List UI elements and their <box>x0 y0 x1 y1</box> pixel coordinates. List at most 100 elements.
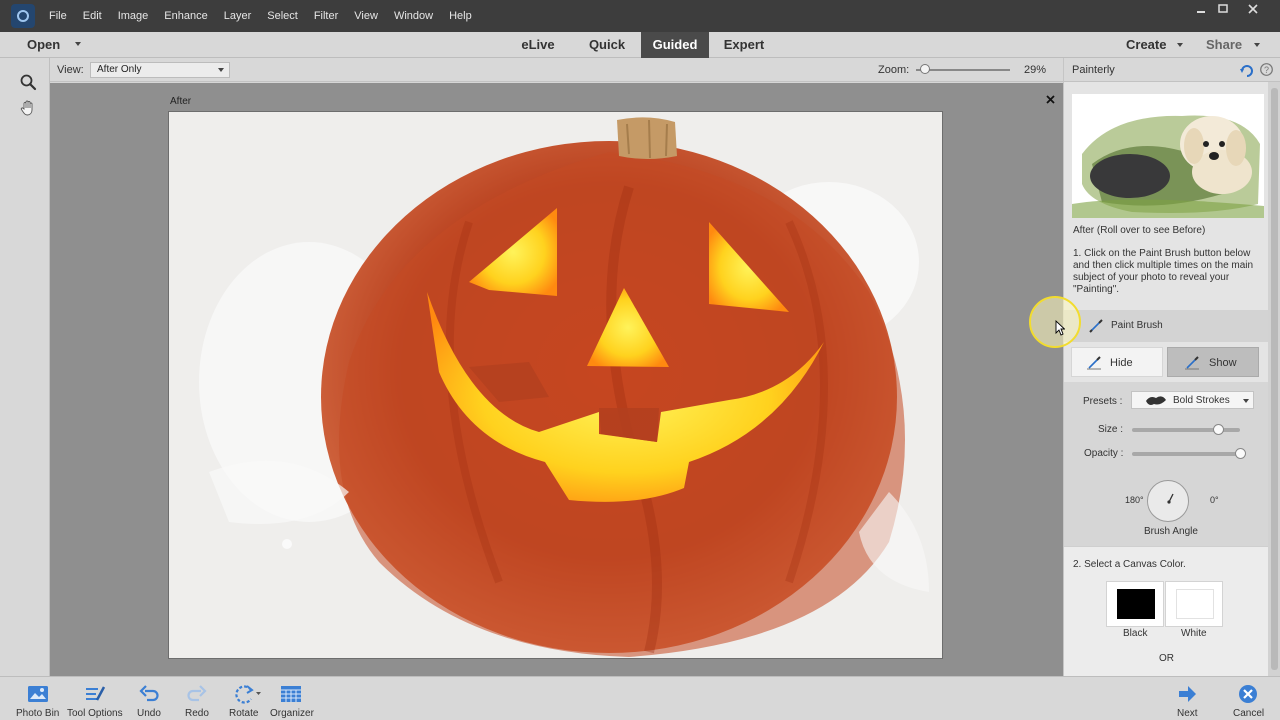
pumpkin-painting-image <box>169 112 942 658</box>
create-dropdown-icon <box>1177 43 1183 47</box>
app-logo-icon <box>11 4 35 28</box>
share-button[interactable]: Share <box>1206 32 1242 58</box>
zoom-value: 29% <box>1024 64 1047 76</box>
organizer-label: Organizer <box>270 708 314 719</box>
white-swatch <box>1176 589 1214 619</box>
photo-bin-button[interactable]: Photo Bin <box>14 677 62 720</box>
menu-bar: File Edit Image Enhance Layer Select Fil… <box>0 0 1280 32</box>
tools-panel <box>0 58 50 676</box>
black-swatch <box>1117 589 1155 619</box>
canvas-area: After <box>50 83 1063 676</box>
tab-quick[interactable]: Quick <box>580 32 634 58</box>
menu-view[interactable]: View <box>346 0 386 32</box>
photo-bin-icon <box>26 683 50 705</box>
cancel-button[interactable]: Cancel <box>1230 677 1266 720</box>
hide-label: Hide <box>1110 357 1133 369</box>
bold-strokes-preset-icon <box>1145 394 1167 410</box>
menu-window[interactable]: Window <box>386 0 441 32</box>
show-brush-icon <box>1184 355 1200 374</box>
before-after-preview-image[interactable] <box>1072 94 1264 218</box>
menu-help[interactable]: Help <box>441 0 480 32</box>
view-label: View: <box>57 64 84 76</box>
or-label: OR <box>1159 653 1174 664</box>
bottom-bar: Photo Bin Tool Options Undo Redo Rotate … <box>0 676 1280 720</box>
organizer-button[interactable]: Organizer <box>268 677 314 720</box>
menu-image[interactable]: Image <box>110 0 157 32</box>
menu-layer[interactable]: Layer <box>216 0 260 32</box>
menu-file[interactable]: File <box>41 0 75 32</box>
open-dropdown-icon[interactable] <box>75 42 81 46</box>
black-label: Black <box>1123 628 1148 639</box>
photo-bin-label: Photo Bin <box>16 708 60 719</box>
tab-guided[interactable]: Guided <box>641 32 709 58</box>
panel-header: Painterly ? <box>1064 58 1280 82</box>
tab-elive[interactable]: eLive <box>512 32 564 58</box>
step1-line-1: 1. Click on the Paint Brush button below <box>1073 248 1251 259</box>
mouse-pointer-icon <box>1055 319 1066 339</box>
white-label: White <box>1181 628 1207 639</box>
panel-title: Painterly <box>1072 64 1115 76</box>
reset-icon[interactable] <box>1240 63 1254 80</box>
redo-icon <box>185 683 209 705</box>
undo-label: Undo <box>137 708 161 719</box>
next-icon <box>1175 683 1199 705</box>
menu-edit[interactable]: Edit <box>75 0 110 32</box>
open-button[interactable]: Open <box>27 32 60 58</box>
hand-tool-icon[interactable] <box>14 95 42 121</box>
redo-label: Redo <box>185 708 209 719</box>
hide-brush-icon <box>1086 355 1102 374</box>
next-label: Next <box>1177 708 1198 719</box>
angle-180-label: 180° <box>1125 495 1144 505</box>
show-label: Show <box>1209 357 1237 369</box>
document-label: After <box>170 96 192 107</box>
menu-select[interactable]: Select <box>259 0 306 32</box>
guided-edit-panel: Painterly ? After (Roll over to see Befo… <box>1063 58 1280 676</box>
create-button[interactable]: Create <box>1126 32 1166 58</box>
panel-scrollbar[interactable] <box>1268 82 1280 676</box>
menu-filter[interactable]: Filter <box>306 0 346 32</box>
zoom-slider[interactable] <box>916 69 1010 71</box>
cancel-label: Cancel <box>1233 708 1265 719</box>
view-select[interactable]: After Only <box>90 62 230 78</box>
brush-angle-dial[interactable] <box>1147 480 1189 522</box>
tool-options-icon <box>83 683 107 705</box>
menu-enhance[interactable]: Enhance <box>156 0 215 32</box>
black-canvas-button[interactable] <box>1106 581 1164 627</box>
brush-angle-label: Brush Angle <box>1144 526 1198 537</box>
undo-button[interactable]: Undo <box>134 677 164 720</box>
rotate-button[interactable]: Rotate <box>228 677 264 720</box>
step1-line-2: and then click multiple times on the mai… <box>1073 260 1254 271</box>
step1-line-3: subject of your photo to reveal your <box>1073 272 1230 283</box>
preview-caption: After (Roll over to see Before) <box>1073 225 1206 236</box>
tool-options-button[interactable]: Tool Options <box>66 677 124 720</box>
help-icon[interactable]: ? <box>1260 63 1273 79</box>
opacity-slider-thumb[interactable] <box>1234 448 1246 459</box>
photo-canvas[interactable] <box>168 111 943 659</box>
presets-select[interactable]: Bold Strokes <box>1131 391 1254 409</box>
step2-text: 2. Select a Canvas Color. <box>1073 559 1186 570</box>
paint-brush-label: Paint Brush <box>1111 320 1163 331</box>
size-slider-thumb[interactable] <box>1212 424 1224 435</box>
white-canvas-button[interactable] <box>1165 581 1223 627</box>
paint-brush-button[interactable]: Paint Brush <box>1064 310 1268 342</box>
presets-label: Presets : <box>1083 396 1123 407</box>
hide-button[interactable]: Hide <box>1071 347 1163 377</box>
zoom-slider-thumb[interactable] <box>920 64 930 74</box>
maximize-icon[interactable] <box>1210 0 1236 18</box>
presets-dropdown-icon <box>1243 399 1249 403</box>
mode-bar: Open eLive Quick Guided Expert Create Sh… <box>0 32 1280 58</box>
tool-options-label: Tool Options <box>67 708 123 719</box>
zoom-tool-icon[interactable] <box>14 69 42 95</box>
svg-text:?: ? <box>1264 65 1269 75</box>
view-dropdown-icon <box>218 68 224 72</box>
zoom-label: Zoom: <box>878 64 910 76</box>
show-button[interactable]: Show <box>1167 347 1259 377</box>
close-icon[interactable] <box>1046 92 1055 107</box>
window-close-icon[interactable] <box>1240 0 1266 18</box>
opacity-slider[interactable] <box>1132 452 1240 456</box>
tab-expert[interactable]: Expert <box>716 32 772 58</box>
next-button[interactable]: Next <box>1172 677 1202 720</box>
cancel-icon <box>1236 683 1260 705</box>
rotate-label: Rotate <box>229 708 259 719</box>
redo-button[interactable]: Redo <box>182 677 212 720</box>
